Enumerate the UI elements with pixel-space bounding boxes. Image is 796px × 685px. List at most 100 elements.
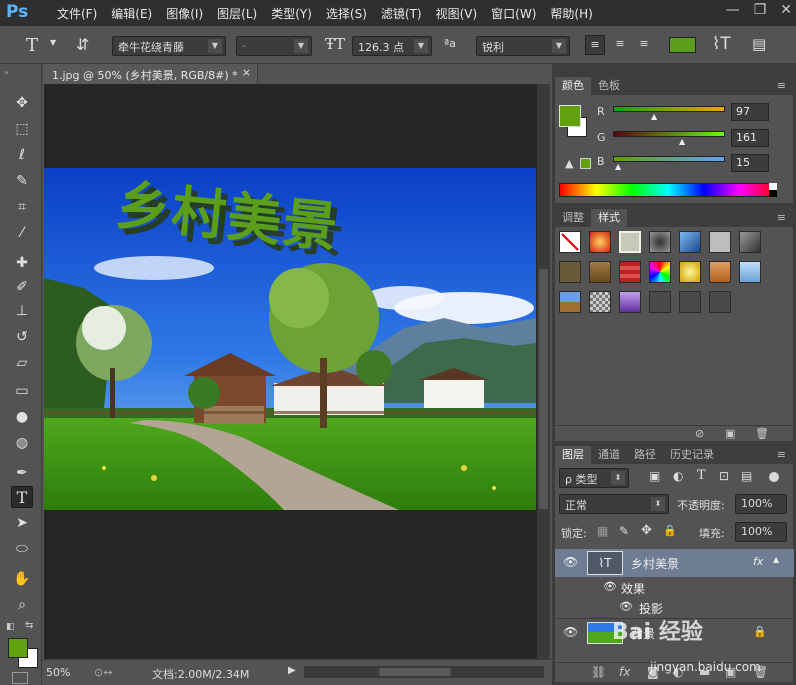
style-none[interactable] [559, 231, 581, 253]
chevron-down-icon[interactable]: ▼ [50, 38, 56, 47]
zoom-tool-icon[interactable]: ⌕ [11, 594, 33, 616]
style-swatch[interactable] [589, 231, 611, 253]
text-color-swatch[interactable] [669, 37, 696, 53]
document-tab[interactable]: 1.jpg @ 50% (乡村美景, RGB/8#) * × [44, 64, 258, 84]
style-swatch[interactable] [559, 261, 581, 283]
style-swatch[interactable] [559, 291, 581, 313]
lock-transparent-icon[interactable]: ▦ [597, 524, 608, 538]
zoom-level[interactable]: 50% [46, 666, 70, 679]
color-ramp-bw[interactable] [769, 183, 777, 197]
menu-window[interactable]: 窗口(W) [484, 5, 543, 22]
add-style-icon[interactable]: fx [619, 665, 630, 679]
eye-icon[interactable]: 👁 [619, 600, 633, 613]
style-swatch[interactable] [709, 231, 731, 253]
layer-row-text[interactable]: 👁 ⌇T 乡村美景 fx ▲ [555, 549, 794, 577]
type-tool-icon[interactable]: T [26, 35, 38, 56]
green-slider[interactable] [613, 131, 725, 137]
blur-tool-icon[interactable]: ● [11, 406, 33, 428]
default-colors-icon[interactable]: ◧ [6, 622, 15, 632]
crop-tool-icon[interactable]: ⌗ [11, 196, 33, 218]
link-layers-icon[interactable]: ⛓ [591, 665, 606, 679]
eye-icon[interactable]: 👁 [603, 580, 617, 593]
eye-icon[interactable]: 👁 [563, 555, 578, 569]
vertical-scrollbar[interactable] [537, 84, 550, 659]
tab-layers[interactable]: 图层 [555, 446, 591, 464]
opacity-input[interactable]: 100% [735, 494, 787, 514]
status-menu-arrow-icon[interactable]: ▶ [288, 665, 296, 676]
path-select-tool-icon[interactable]: ➤ [11, 512, 33, 534]
menu-view[interactable]: 视图(V) [429, 5, 485, 22]
menu-file[interactable]: 文件(F) [50, 5, 104, 22]
dodge-tool-icon[interactable]: ◍ [11, 432, 33, 454]
style-swatch[interactable] [679, 291, 701, 313]
menu-select[interactable]: 选择(S) [319, 5, 374, 22]
lock-all-icon[interactable]: 🔒 [663, 524, 677, 537]
scrollbar-thumb[interactable] [539, 269, 548, 509]
quick-mask-icon[interactable] [12, 672, 28, 684]
font-style-select[interactable]: - ▼ [236, 36, 312, 56]
pen-tool-icon[interactable]: ✒ [11, 462, 33, 484]
filter-adjust-icon[interactable]: ◐ [673, 469, 683, 483]
style-swatch[interactable] [619, 291, 641, 313]
tab-styles[interactable]: 样式 [591, 209, 627, 227]
layer-fx-badge[interactable]: fx [753, 555, 763, 568]
clone-stamp-tool-icon[interactable]: ⊥ [11, 300, 33, 322]
quick-select-tool-icon[interactable]: ✎ [11, 170, 33, 192]
style-swatch[interactable] [589, 291, 611, 313]
style-swatch[interactable] [619, 261, 641, 283]
slider-thumb-icon[interactable]: ▲ [651, 112, 657, 121]
lock-position-icon[interactable]: ✥ [641, 523, 652, 538]
filter-shape-icon[interactable]: ⊡ [719, 469, 729, 483]
scrollbar-thumb[interactable] [379, 668, 451, 676]
style-swatch[interactable] [709, 291, 731, 313]
history-brush-tool-icon[interactable]: ↺ [11, 326, 33, 348]
tab-color[interactable]: 颜色 [555, 77, 591, 95]
toggle-orientation-icon[interactable]: ⇵ [76, 35, 89, 54]
font-family-select[interactable]: 牵牛花绕青藤 ▼ [112, 36, 226, 56]
style-swatch[interactable] [589, 261, 611, 283]
filter-type-icon[interactable]: T [697, 468, 706, 483]
close-button[interactable]: ✕ [780, 2, 792, 18]
panel-menu-icon[interactable]: ≡ [770, 77, 793, 95]
type-tool-icon[interactable]: T [11, 486, 33, 508]
ellipse-tool-icon[interactable]: ⬭ [11, 538, 33, 560]
style-swatch[interactable] [709, 261, 731, 283]
eyedropper-tool-icon[interactable]: ⁄ [11, 222, 33, 244]
expand-effects-icon[interactable]: ▲ [773, 555, 779, 564]
eraser-tool-icon[interactable]: ▱ [11, 352, 33, 374]
align-center-icon[interactable]: ≡ [610, 35, 630, 55]
tab-adjustments[interactable]: 调整 [555, 209, 591, 227]
lock-pixels-icon[interactable]: ✎ [619, 524, 629, 538]
style-swatch[interactable] [619, 231, 641, 253]
eye-icon[interactable]: 👁 [563, 625, 578, 639]
menu-layer[interactable]: 图层(L) [210, 5, 264, 22]
close-document-icon[interactable]: × [242, 66, 251, 79]
move-tool-icon[interactable]: ✥ [11, 92, 33, 114]
collapse-icon[interactable]: » [4, 68, 9, 77]
menu-type[interactable]: 类型(Y) [264, 5, 319, 22]
style-swatch[interactable] [739, 261, 761, 283]
style-swatch[interactable] [679, 231, 701, 253]
trash-icon[interactable]: 🗑 [755, 427, 769, 440]
style-swatch[interactable] [649, 231, 671, 253]
marquee-tool-icon[interactable]: ⬚ [11, 118, 33, 140]
restore-button[interactable]: ❐ [754, 2, 767, 18]
align-left-icon[interactable]: ≡ [585, 35, 605, 55]
fill-input[interactable]: 100% [735, 522, 787, 542]
clear-style-icon[interactable]: ⊘ [695, 427, 704, 440]
color-ramp[interactable] [559, 183, 777, 197]
panel-menu-icon[interactable]: ≡ [770, 446, 793, 464]
horizontal-scrollbar[interactable] [304, 666, 544, 678]
green-value[interactable]: 161 [731, 129, 769, 147]
style-swatch[interactable] [679, 261, 701, 283]
minimize-button[interactable]: — [726, 2, 740, 18]
style-swatch[interactable] [649, 291, 671, 313]
document-image[interactable]: 乡村美景 乡村美景 [44, 168, 536, 510]
brush-tool-icon[interactable]: ✐ [11, 276, 33, 298]
tab-channels[interactable]: 通道 [591, 446, 627, 464]
red-value[interactable]: 97 [731, 103, 769, 121]
foreground-color-swatch[interactable] [8, 638, 28, 658]
tab-swatches[interactable]: 色板 [591, 77, 627, 95]
swap-colors-icon[interactable]: ⇆ [25, 620, 33, 631]
layer-name[interactable]: 乡村美景 [631, 555, 679, 572]
